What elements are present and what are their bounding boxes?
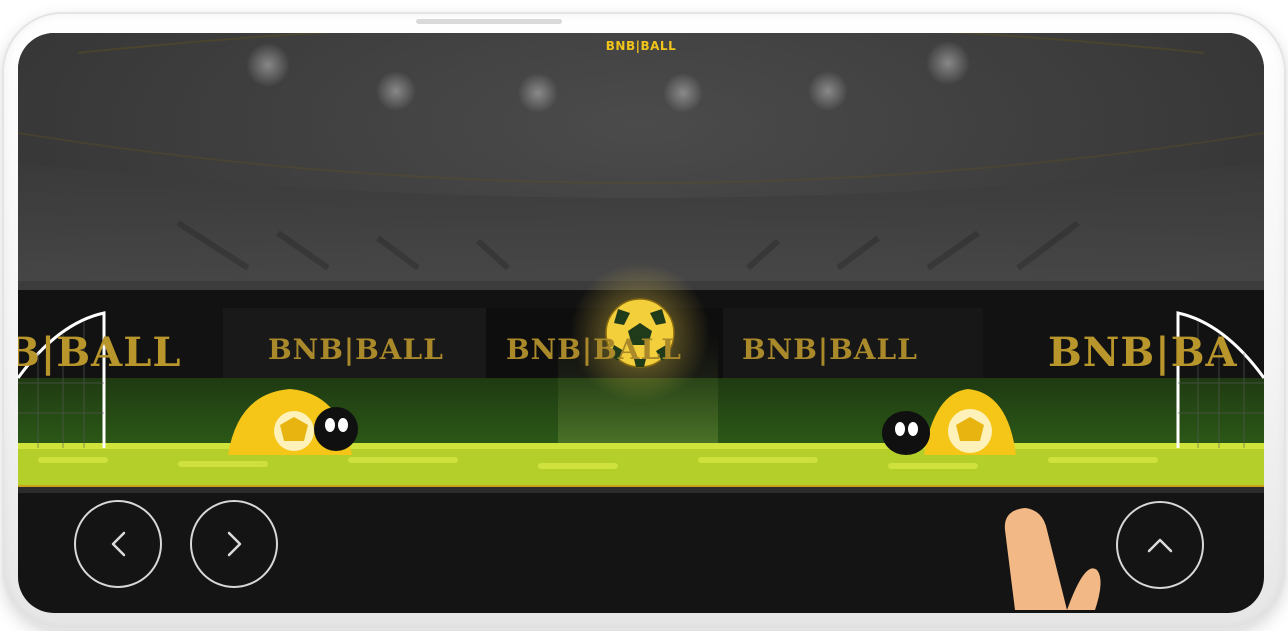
ad-board-2: BNB|BALL [268,333,444,366]
chevron-right-icon [227,531,242,557]
move-right-button[interactable] [190,500,278,588]
brand-title: BNB|BALL [605,39,677,53]
ad-board-5: BNB|BA [1048,329,1238,376]
ad-board-4: BNB|BALL [742,333,918,366]
move-left-button[interactable] [74,500,162,588]
pointing-finger-icon [1004,508,1101,610]
ad-board-1: B|BALL [18,329,182,376]
phone-speaker [416,19,562,24]
chevron-left-icon [111,531,126,557]
ad-board-3: BNB|BALL [506,333,682,366]
stadium-scene [18,33,1264,493]
